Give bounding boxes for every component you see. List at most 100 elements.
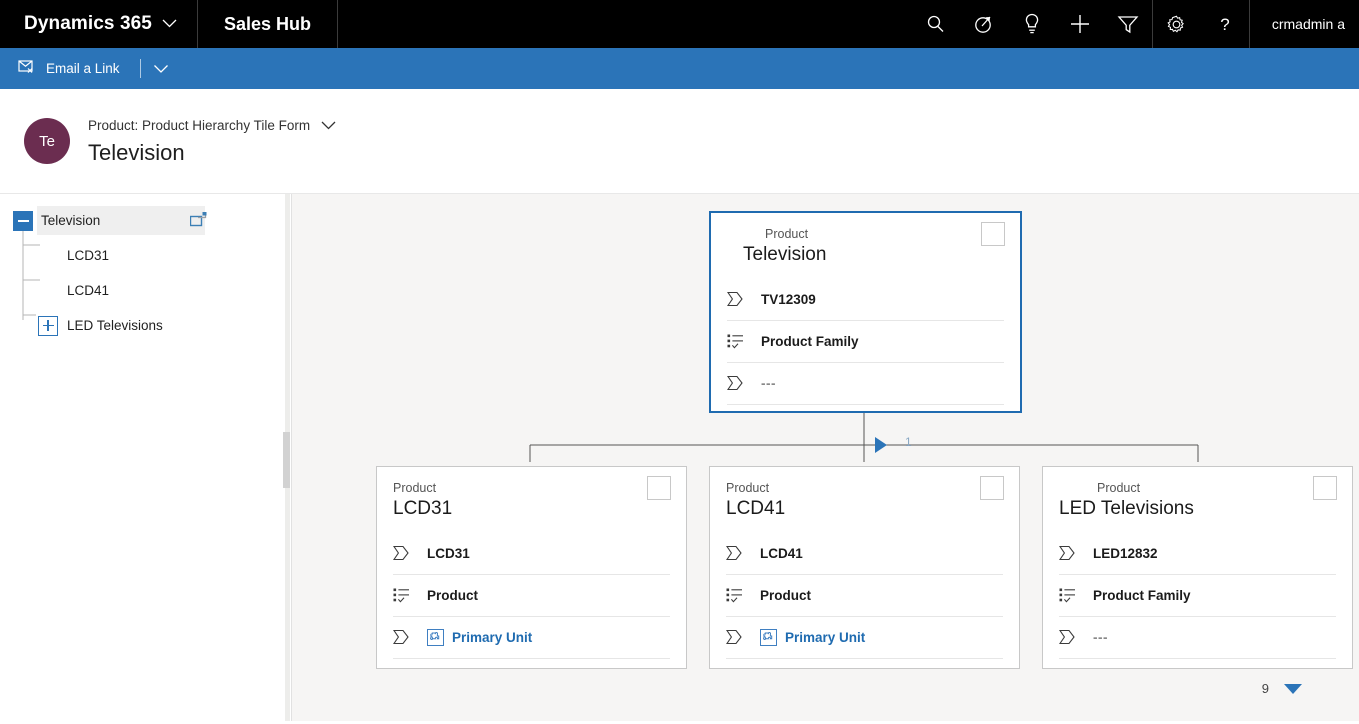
tree-node-led-televisions[interactable]: LED Televisions	[0, 311, 291, 340]
tile-field-row: LED12832	[1059, 533, 1336, 575]
tile-field-value: LCD31	[427, 545, 470, 561]
tile-field-row: TV12309	[727, 279, 1004, 321]
avatar: Te	[24, 118, 70, 164]
tile-field-rows: LED12832 Product Family ---	[1059, 533, 1336, 659]
form-selector[interactable]: Product: Product Hierarchy Tile Form	[88, 117, 336, 135]
tile-field-rows: LCD41 Product Primary Unit	[726, 533, 1003, 659]
open-in-new-window-icon[interactable]	[189, 212, 207, 233]
tile-field-value: TV12309	[761, 291, 816, 307]
tile-field-value: ---	[761, 375, 776, 391]
form-chevron-down-icon[interactable]	[321, 117, 336, 135]
brand-label: Dynamics 365	[24, 13, 152, 34]
text-field-icon	[727, 291, 761, 307]
tile-header: Product LCD41	[726, 467, 1004, 523]
tile-field-rows: TV12309 Product Family ---	[727, 279, 1004, 405]
tile-title: LCD31	[393, 498, 453, 519]
tile-field-row: LCD41	[726, 533, 1003, 575]
tile-field-row: Product Family	[727, 321, 1004, 363]
tile-field-value: ---	[1093, 629, 1108, 645]
tree-collapse-minus-icon[interactable]	[13, 210, 33, 231]
option-set-icon	[727, 334, 761, 349]
hierarchy-tile-child-1[interactable]: Product LCD31 LCD31 Product Primary Unit	[376, 466, 687, 669]
hierarchy-canvas: 1 Product Television TV12309 Product Fam…	[292, 194, 1359, 721]
tree-node-label: Television	[41, 213, 101, 228]
tree-node-lcd41[interactable]: LCD41	[0, 276, 291, 305]
tile-checkbox[interactable]	[981, 222, 1005, 246]
tile-field-row: Primary Unit	[726, 617, 1003, 659]
command-bar: Email a Link	[0, 48, 1359, 89]
app-name[interactable]: Sales Hub	[198, 0, 338, 48]
tree-node-lcd31[interactable]: LCD31	[0, 241, 291, 270]
connector-count-label: 1	[905, 435, 912, 449]
tile-checkbox[interactable]	[980, 476, 1004, 500]
hierarchy-tree: Television LCD31 LCD41 LED Televisions	[0, 194, 291, 340]
pager-page-number: 9	[1261, 681, 1269, 696]
hierarchy-tile-parent[interactable]: Product Television TV12309 Product Famil…	[709, 211, 1022, 413]
body-split: Television LCD31 LCD41 LED Televisions 1…	[0, 194, 1359, 721]
text-field-icon	[726, 545, 760, 561]
text-field-icon	[393, 629, 427, 645]
topnav-icon-group	[912, 0, 1152, 48]
tile-title: LCD41	[726, 498, 786, 519]
tree-scrollbar-track[interactable]	[283, 194, 290, 721]
tile-field-value: Product	[760, 587, 812, 603]
user-account-label[interactable]: crmadmin a	[1250, 0, 1359, 48]
tree-node-label: LCD31	[67, 248, 110, 263]
help-icon[interactable]: ?	[1201, 0, 1249, 48]
email-a-link-label: Email a Link	[46, 61, 120, 76]
lookup-link-label: Primary Unit	[785, 629, 866, 645]
dynamics-brand[interactable]: Dynamics 365	[0, 0, 198, 48]
tile-type-label: Product	[393, 481, 437, 495]
tree-node-label: LED Televisions	[67, 318, 163, 333]
tile-field-row: Product	[726, 575, 1003, 617]
option-set-icon	[393, 588, 427, 603]
option-set-icon	[1059, 588, 1093, 603]
lookup-icon	[760, 628, 777, 646]
text-field-icon	[726, 629, 760, 645]
tile-field-value: LED12832	[1093, 545, 1158, 561]
hierarchy-tree-panel: Television LCD31 LCD41 LED Televisions	[0, 194, 292, 721]
text-field-icon	[1059, 629, 1093, 645]
tile-field-row: ---	[1059, 617, 1336, 659]
svg-text:?: ?	[1220, 15, 1229, 34]
email-a-link-button[interactable]: Email a Link	[14, 59, 124, 79]
primary-unit-lookup-link[interactable]: Primary Unit	[760, 628, 866, 646]
assistant-icon[interactable]	[960, 0, 1008, 48]
lightbulb-icon[interactable]	[1008, 0, 1056, 48]
tree-expand-plus-icon[interactable]	[38, 315, 58, 336]
tree-node-television[interactable]: Television	[0, 206, 291, 235]
chevron-down-icon[interactable]	[162, 15, 177, 33]
record-title-group: Product: Product Hierarchy Tile Form Tel…	[88, 117, 336, 165]
pager: 9	[1262, 681, 1303, 696]
tile-header: Product LED Televisions	[1059, 467, 1337, 523]
primary-unit-lookup-link[interactable]: Primary Unit	[427, 628, 532, 646]
tile-field-value: LCD41	[760, 545, 803, 561]
tile-title: Television	[743, 244, 827, 265]
gear-icon[interactable]	[1153, 0, 1201, 48]
tile-field-value: Product Family	[1093, 587, 1191, 603]
tile-checkbox[interactable]	[1313, 476, 1337, 500]
text-field-icon	[1059, 545, 1093, 561]
tile-type-label: Product	[1097, 481, 1141, 495]
filter-icon[interactable]	[1104, 0, 1152, 48]
plus-icon[interactable]	[1056, 0, 1104, 48]
tile-checkbox[interactable]	[647, 476, 671, 500]
tile-field-value: Product Family	[761, 333, 859, 349]
hierarchy-tile-child-2[interactable]: Product LCD41 LCD41 Product Primary Unit	[709, 466, 1020, 669]
lookup-icon	[427, 628, 444, 646]
tile-title: LED Televisions	[1059, 498, 1194, 519]
form-name-label: Product: Product Hierarchy Tile Form	[88, 118, 311, 134]
option-set-icon	[726, 588, 760, 603]
tile-field-rows: LCD31 Product Primary Unit	[393, 533, 670, 659]
command-overflow-chevron-down-icon[interactable]	[153, 64, 169, 74]
tile-type-label: Product	[726, 481, 770, 495]
page-title: Television	[88, 139, 185, 165]
tile-header: Product Television	[727, 213, 1005, 269]
hierarchy-tile-child-3[interactable]: Product LED Televisions LED12832 Product…	[1042, 466, 1353, 669]
tile-field-row: Primary Unit	[393, 617, 670, 659]
search-icon[interactable]	[912, 0, 960, 48]
text-field-icon	[727, 375, 761, 391]
tree-scrollbar-thumb[interactable]	[283, 432, 290, 488]
triangle-down-icon[interactable]	[1283, 683, 1303, 695]
email-link-icon	[18, 59, 36, 79]
